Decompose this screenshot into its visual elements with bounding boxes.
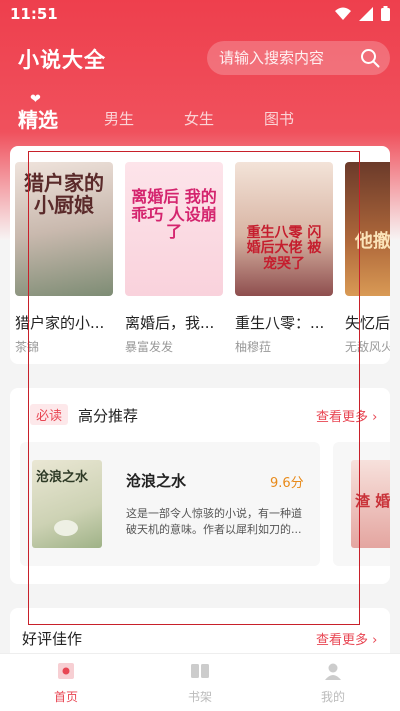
search-input[interactable] xyxy=(219,47,359,69)
book-title: 沧浪之水 xyxy=(126,472,187,490)
category-tabs: ❤ 精选 男生 女生 图书 xyxy=(0,92,400,136)
recommend-book-next[interactable]: 渣 婚 xyxy=(333,442,390,566)
cover-text: 他撤 离婚 xyxy=(354,231,390,252)
book-title[interactable]: 失忆后 xyxy=(345,312,390,333)
cover-pebble xyxy=(54,520,78,536)
cover-text: 重生八零 闪婚后大佬 被宠哭了 xyxy=(246,225,322,272)
chevron-right-icon: › xyxy=(368,410,378,425)
book-description: 这是一部令人惊骇的小说，有一种道破天机的意味。作者以犀利如刀的... xyxy=(126,507,302,536)
bookshelf-icon xyxy=(191,664,209,678)
nav-profile[interactable]: 我的 xyxy=(303,662,363,705)
status-icons xyxy=(335,6,390,21)
search-box[interactable] xyxy=(207,41,390,75)
bottom-nav: 首页 书架 我的 xyxy=(0,653,400,711)
book-author: 柚穆菈 xyxy=(235,340,272,354)
cover-text: 渣 婚 xyxy=(355,492,390,510)
cover-text: 沧浪之水 xyxy=(36,470,89,485)
cover-text: 离婚后 我的乖巧 人设崩了 xyxy=(131,187,217,242)
book-cover[interactable]: 沧浪之水 xyxy=(32,460,102,548)
nav-bookshelf[interactable]: 书架 xyxy=(170,662,230,705)
search-icon[interactable] xyxy=(360,48,380,68)
see-more-label: 查看更多 xyxy=(316,410,369,425)
book-author: 暴富发发 xyxy=(125,340,174,354)
book-cover[interactable]: 他撤 离婚 xyxy=(345,162,390,296)
nav-label: 我的 xyxy=(320,690,345,704)
book-cover[interactable]: 离婚后 我的乖巧 人设崩了 xyxy=(125,162,223,296)
cover-text: 猎户家的 小厨娘 xyxy=(24,171,104,217)
see-more-link[interactable]: 查看更多 › xyxy=(316,629,377,648)
status-bar: 11:51 xyxy=(0,0,400,30)
home-icon xyxy=(58,663,74,679)
book-carousel: 猎户家的 小厨娘 猎户家的小... 茶锦 离婚后 我的乖巧 人设崩了 离婚后，我… xyxy=(10,146,390,364)
book-cover[interactable]: 渣 婚 xyxy=(351,460,390,548)
chevron-right-icon: › xyxy=(368,633,378,648)
signal-icon xyxy=(359,6,373,21)
see-more-label: 查看更多 xyxy=(316,633,369,648)
book-author: 茶锦 xyxy=(15,340,40,354)
book-title[interactable]: 离婚后，我... xyxy=(125,312,229,333)
book-author: 无敌风火 xyxy=(345,340,390,354)
book-score: 9.6分 xyxy=(270,476,304,491)
battery-icon xyxy=(381,6,390,21)
status-time: 11:51 xyxy=(10,5,58,23)
section-title: 好评佳作 xyxy=(22,630,83,648)
nav-label: 书架 xyxy=(187,690,212,704)
recommend-section: 必读 高分推荐 查看更多 › 沧浪之水 沧浪之水 9.6分 这是一部令人惊骇的小… xyxy=(10,388,390,584)
nav-label: 首页 xyxy=(53,690,78,704)
book-title[interactable]: 重生八零：... xyxy=(235,312,339,333)
book-title[interactable]: 猎户家的小... xyxy=(15,312,119,333)
section-title: 高分推荐 xyxy=(78,407,139,425)
book-cover[interactable]: 重生八零 闪婚后大佬 被宠哭了 xyxy=(235,162,333,296)
tab-female[interactable]: 女生 xyxy=(184,108,214,129)
tab-books[interactable]: 图书 xyxy=(264,108,294,129)
must-read-badge: 必读 xyxy=(30,404,69,425)
nav-home[interactable]: 首页 xyxy=(36,662,96,705)
wifi-icon xyxy=(335,7,351,20)
recommend-book[interactable]: 沧浪之水 沧浪之水 9.6分 这是一部令人惊骇的小说，有一种道破天机的意味。作者… xyxy=(20,442,320,566)
tab-featured[interactable]: 精选 xyxy=(18,104,58,133)
profile-icon xyxy=(325,663,341,680)
see-more-link[interactable]: 查看更多 › xyxy=(316,406,377,425)
app-title: 小说大全 xyxy=(18,48,106,72)
book-cover[interactable]: 猎户家的 小厨娘 xyxy=(15,162,113,296)
tab-male[interactable]: 男生 xyxy=(104,108,134,129)
